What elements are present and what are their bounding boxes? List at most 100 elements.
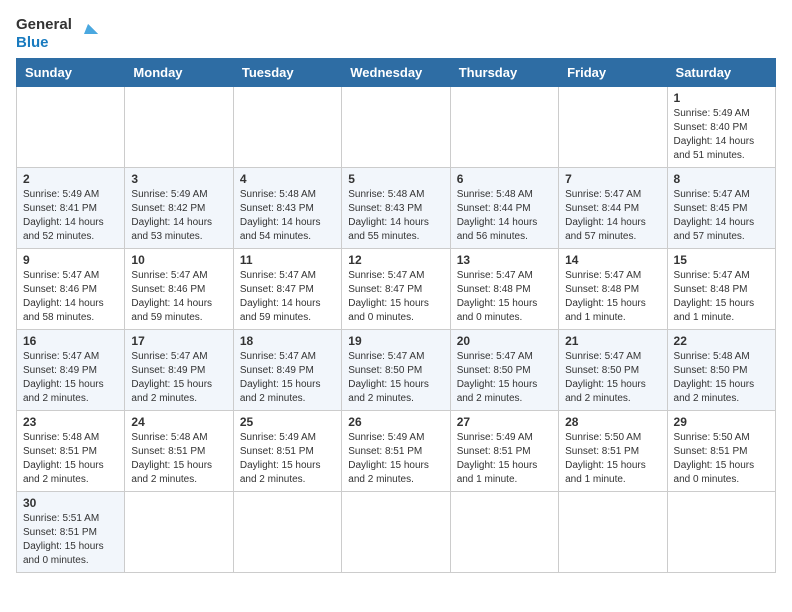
calendar-cell: 22Sunrise: 5:48 AM Sunset: 8:50 PM Dayli… bbox=[667, 330, 775, 411]
weekday-header-tuesday: Tuesday bbox=[233, 59, 341, 87]
day-number: 18 bbox=[240, 334, 335, 348]
day-info: Sunrise: 5:49 AM Sunset: 8:40 PM Dayligh… bbox=[674, 107, 769, 163]
day-number: 29 bbox=[674, 415, 769, 429]
weekday-header-wednesday: Wednesday bbox=[342, 59, 450, 87]
calendar-cell: 29 Sunrise: 5:50 AM Sunset: 8:51 PM Dayli… bbox=[667, 411, 775, 492]
calendar-cell: 13 Sunrise: 5:47 AM Sunset: 8:48 PM Dayli… bbox=[450, 249, 558, 330]
calendar-cell: 4 Sunrise: 5:48 AM Sunset: 8:43 PM Daylig… bbox=[233, 168, 341, 249]
calendar-cell: 7Sunrise: 5:47 AM Sunset: 8:44 PM Daylig… bbox=[559, 168, 667, 249]
day-info: Sunrise: 5:49 AM Sunset: 8:51 PM Dayligh… bbox=[457, 431, 552, 487]
calendar-cell bbox=[559, 492, 667, 573]
calendar-week-row: 23 Sunrise: 5:48 AM Sunset: 8:51 PM Dayli… bbox=[17, 411, 776, 492]
logo-container: General Blue bbox=[16, 16, 102, 52]
day-info: Sunrise: 5:48 AM Sunset: 8:43 PM Dayligh… bbox=[348, 188, 443, 244]
calendar-cell bbox=[342, 87, 450, 168]
calendar-cell: 20 Sunrise: 5:47 AM Sunset: 8:50 PM Dayli… bbox=[450, 330, 558, 411]
calendar-cell: 1 Sunrise: 5:49 AM Sunset: 8:40 PM Daylig… bbox=[667, 87, 775, 168]
calendar-cell: 12 Sunrise: 5:47 AM Sunset: 8:47 PM Dayli… bbox=[342, 249, 450, 330]
weekday-header-sunday: Sunday bbox=[17, 59, 125, 87]
day-info: Sunrise: 5:48 AM Sunset: 8:50 PM Dayligh… bbox=[674, 350, 769, 406]
day-number: 16 bbox=[23, 334, 118, 348]
day-info: Sunrise: 5:47 AM Sunset: 8:46 PM Dayligh… bbox=[131, 269, 226, 325]
day-info: Sunrise: 5:47 AM Sunset: 8:48 PM Dayligh… bbox=[674, 269, 769, 325]
day-number: 23 bbox=[23, 415, 118, 429]
day-info: Sunrise: 5:48 AM Sunset: 8:51 PM Dayligh… bbox=[131, 431, 226, 487]
day-number: 14 bbox=[565, 253, 660, 267]
day-number: 17 bbox=[131, 334, 226, 348]
day-info: Sunrise: 5:50 AM Sunset: 8:51 PM Dayligh… bbox=[565, 431, 660, 487]
calendar-cell: 15 Sunrise: 5:47 AM Sunset: 8:48 PM Dayli… bbox=[667, 249, 775, 330]
calendar-cell: 2 Sunrise: 5:49 AM Sunset: 8:41 PM Daylig… bbox=[17, 168, 125, 249]
day-number: 12 bbox=[348, 253, 443, 267]
day-number: 19 bbox=[348, 334, 443, 348]
day-info: Sunrise: 5:47 AM Sunset: 8:46 PM Dayligh… bbox=[23, 269, 118, 325]
day-number: 3 bbox=[131, 172, 226, 186]
calendar-week-row: 2 Sunrise: 5:49 AM Sunset: 8:41 PM Daylig… bbox=[17, 168, 776, 249]
day-number: 9 bbox=[23, 253, 118, 267]
day-info: Sunrise: 5:47 AM Sunset: 8:45 PM Dayligh… bbox=[674, 188, 769, 244]
calendar-cell: 6Sunrise: 5:48 AM Sunset: 8:44 PM Daylig… bbox=[450, 168, 558, 249]
calendar-cell: 14 Sunrise: 5:47 AM Sunset: 8:48 PM Dayli… bbox=[559, 249, 667, 330]
day-number: 26 bbox=[348, 415, 443, 429]
day-info: Sunrise: 5:47 AM Sunset: 8:49 PM Dayligh… bbox=[240, 350, 335, 406]
day-number: 1 bbox=[674, 91, 769, 105]
calendar-cell: 3 Sunrise: 5:49 AM Sunset: 8:42 PM Daylig… bbox=[125, 168, 233, 249]
logo-bird-icon bbox=[74, 20, 102, 48]
day-info: Sunrise: 5:47 AM Sunset: 8:50 PM Dayligh… bbox=[565, 350, 660, 406]
day-info: Sunrise: 5:49 AM Sunset: 8:42 PM Dayligh… bbox=[131, 188, 226, 244]
calendar-week-row: 30 Sunrise: 5:51 AM Sunset: 8:51 PM Dayli… bbox=[17, 492, 776, 573]
calendar-table: SundayMondayTuesdayWednesdayThursdayFrid… bbox=[16, 58, 776, 573]
day-number: 20 bbox=[457, 334, 552, 348]
day-info: Sunrise: 5:48 AM Sunset: 8:43 PM Dayligh… bbox=[240, 188, 335, 244]
calendar-cell bbox=[17, 87, 125, 168]
calendar-cell: 17 Sunrise: 5:47 AM Sunset: 8:49 PM Dayli… bbox=[125, 330, 233, 411]
day-number: 30 bbox=[23, 496, 118, 510]
calendar-cell bbox=[342, 492, 450, 573]
logo: General Blue bbox=[16, 16, 102, 52]
calendar-week-row: 9 Sunrise: 5:47 AM Sunset: 8:46 PM Daylig… bbox=[17, 249, 776, 330]
weekday-header-saturday: Saturday bbox=[667, 59, 775, 87]
calendar-cell: 24Sunrise: 5:48 AM Sunset: 8:51 PM Dayli… bbox=[125, 411, 233, 492]
calendar-cell: 10 Sunrise: 5:47 AM Sunset: 8:46 PM Dayli… bbox=[125, 249, 233, 330]
calendar-week-row: 1 Sunrise: 5:49 AM Sunset: 8:40 PM Daylig… bbox=[17, 87, 776, 168]
day-number: 7 bbox=[565, 172, 660, 186]
day-info: Sunrise: 5:47 AM Sunset: 8:50 PM Dayligh… bbox=[348, 350, 443, 406]
calendar-cell: 16Sunrise: 5:47 AM Sunset: 8:49 PM Dayli… bbox=[17, 330, 125, 411]
day-number: 21 bbox=[565, 334, 660, 348]
calendar-cell bbox=[450, 492, 558, 573]
calendar-cell bbox=[233, 87, 341, 168]
day-info: Sunrise: 5:47 AM Sunset: 8:48 PM Dayligh… bbox=[457, 269, 552, 325]
day-info: Sunrise: 5:49 AM Sunset: 8:41 PM Dayligh… bbox=[23, 188, 118, 244]
weekday-header-monday: Monday bbox=[125, 59, 233, 87]
day-info: Sunrise: 5:49 AM Sunset: 8:51 PM Dayligh… bbox=[240, 431, 335, 487]
day-info: Sunrise: 5:47 AM Sunset: 8:50 PM Dayligh… bbox=[457, 350, 552, 406]
day-number: 25 bbox=[240, 415, 335, 429]
weekday-header-friday: Friday bbox=[559, 59, 667, 87]
day-info: Sunrise: 5:47 AM Sunset: 8:47 PM Dayligh… bbox=[348, 269, 443, 325]
day-info: Sunrise: 5:48 AM Sunset: 8:51 PM Dayligh… bbox=[23, 431, 118, 487]
day-number: 27 bbox=[457, 415, 552, 429]
day-number: 13 bbox=[457, 253, 552, 267]
day-info: Sunrise: 5:51 AM Sunset: 8:51 PM Dayligh… bbox=[23, 512, 118, 568]
calendar-cell: 9 Sunrise: 5:47 AM Sunset: 8:46 PM Daylig… bbox=[17, 249, 125, 330]
day-number: 10 bbox=[131, 253, 226, 267]
day-info: Sunrise: 5:50 AM Sunset: 8:51 PM Dayligh… bbox=[674, 431, 769, 487]
day-number: 2 bbox=[23, 172, 118, 186]
day-number: 15 bbox=[674, 253, 769, 267]
calendar-cell: 28Sunrise: 5:50 AM Sunset: 8:51 PM Dayli… bbox=[559, 411, 667, 492]
calendar-cell: 11Sunrise: 5:47 AM Sunset: 8:47 PM Dayli… bbox=[233, 249, 341, 330]
calendar-cell: 19 Sunrise: 5:47 AM Sunset: 8:50 PM Dayli… bbox=[342, 330, 450, 411]
calendar-cell: 21 Sunrise: 5:47 AM Sunset: 8:50 PM Dayli… bbox=[559, 330, 667, 411]
calendar-cell bbox=[450, 87, 558, 168]
calendar-cell bbox=[667, 492, 775, 573]
calendar-cell: 25 Sunrise: 5:49 AM Sunset: 8:51 PM Dayli… bbox=[233, 411, 341, 492]
day-number: 6 bbox=[457, 172, 552, 186]
day-number: 11 bbox=[240, 253, 335, 267]
day-info: Sunrise: 5:47 AM Sunset: 8:49 PM Dayligh… bbox=[131, 350, 226, 406]
day-info: Sunrise: 5:47 AM Sunset: 8:48 PM Dayligh… bbox=[565, 269, 660, 325]
day-info: Sunrise: 5:49 AM Sunset: 8:51 PM Dayligh… bbox=[348, 431, 443, 487]
calendar-cell: 30 Sunrise: 5:51 AM Sunset: 8:51 PM Dayli… bbox=[17, 492, 125, 573]
calendar-cell: 18 Sunrise: 5:47 AM Sunset: 8:49 PM Dayli… bbox=[233, 330, 341, 411]
calendar-cell: 5Sunrise: 5:48 AM Sunset: 8:43 PM Daylig… bbox=[342, 168, 450, 249]
day-number: 4 bbox=[240, 172, 335, 186]
